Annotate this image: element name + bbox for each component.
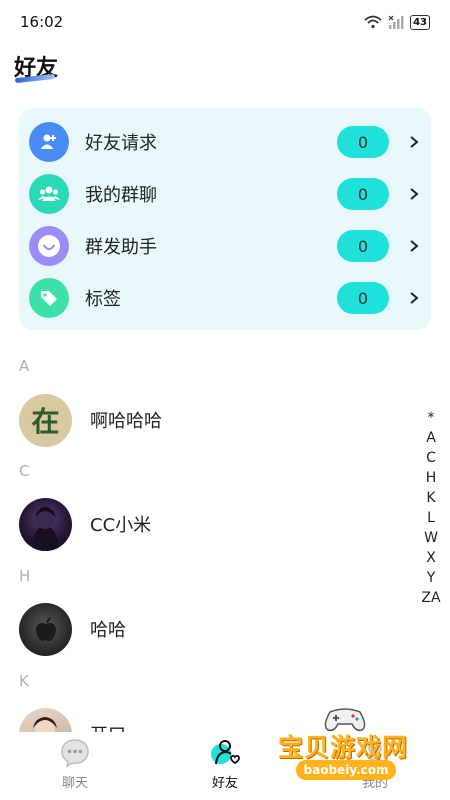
signal-icon [388, 15, 404, 29]
chevron-right-icon [389, 135, 419, 149]
friend-request-count: 0 [337, 126, 389, 158]
status-time: 16:02 [20, 13, 64, 31]
watermark: 宝贝游戏网 baobeiy.com [272, 706, 422, 786]
wifi-icon [364, 15, 382, 29]
group-chat-count: 0 [337, 178, 389, 210]
apple-logo-icon [35, 617, 56, 641]
chat-bubble-icon [61, 739, 89, 768]
tab-friends-label: 好友 [211, 776, 238, 791]
index-letter[interactable]: Y [419, 568, 443, 588]
broadcast-count: 0 [337, 230, 389, 262]
group-chat-icon [29, 174, 69, 214]
index-letter[interactable]: C [419, 448, 443, 468]
tab-chat[interactable]: 聊天 [45, 738, 105, 791]
watermark-url: baobeiy.com [296, 760, 396, 780]
contact-row[interactable]: 哈哈 [19, 601, 399, 657]
contact-name: 啊哈哈哈 [90, 411, 162, 432]
index-letter[interactable]: W [419, 528, 443, 548]
index-letter[interactable]: L [419, 508, 443, 528]
section-letter-a: A [19, 357, 30, 375]
section-letter-k: K [19, 672, 29, 690]
index-letter[interactable]: X [419, 548, 443, 568]
contact-row[interactable]: 在 啊哈哈哈 [19, 392, 399, 448]
alphabet-index-bar[interactable]: * A C H K L W X Y ZA [419, 408, 443, 608]
section-letter-c: C [19, 462, 30, 480]
index-letter[interactable]: * [419, 408, 443, 428]
friend-request-row[interactable]: 好友请求 0 [29, 116, 419, 168]
watermark-text: 宝贝游戏网 [278, 733, 409, 762]
function-card: 好友请求 0 我的群聊 0 群发助手 0 标签 0 [19, 108, 431, 330]
friends-icon [211, 740, 240, 765]
avatar [19, 497, 72, 551]
index-letter[interactable]: A [419, 428, 443, 448]
avatar: 在 [19, 393, 72, 447]
section-letter-h: H [19, 567, 31, 585]
contact-row[interactable]: CC小米 [19, 496, 399, 552]
avatar [19, 602, 72, 656]
tab-chat-label: 聊天 [61, 776, 88, 791]
chevron-right-icon [389, 239, 419, 253]
battery-icon: 43 [410, 14, 430, 30]
tag-row[interactable]: 标签 0 [29, 272, 419, 324]
avatar-char: 在 [31, 405, 60, 438]
status-bar: 16:02 43 [0, 0, 450, 44]
friend-request-label: 好友请求 [85, 133, 157, 154]
tag-label: 标签 [85, 289, 121, 310]
broadcast-label: 群发助手 [85, 237, 157, 258]
chevron-right-icon [389, 187, 419, 201]
broadcast-row[interactable]: 群发助手 0 [29, 220, 419, 272]
group-chat-label: 我的群聊 [85, 185, 157, 206]
tag-count: 0 [337, 282, 389, 314]
tag-icon [29, 278, 69, 318]
index-letter[interactable]: H [419, 468, 443, 488]
index-letter[interactable]: ZA [419, 588, 443, 608]
index-letter[interactable]: K [419, 488, 443, 508]
contact-name: CC小米 [90, 515, 152, 536]
status-icons: 43 [364, 14, 430, 30]
broadcast-icon [29, 226, 69, 266]
chevron-right-icon [389, 291, 419, 305]
tab-friends[interactable]: 好友 [195, 738, 255, 791]
contact-name: 哈哈 [90, 620, 126, 641]
group-chat-row[interactable]: 我的群聊 0 [29, 168, 419, 220]
friend-request-icon [29, 122, 69, 162]
